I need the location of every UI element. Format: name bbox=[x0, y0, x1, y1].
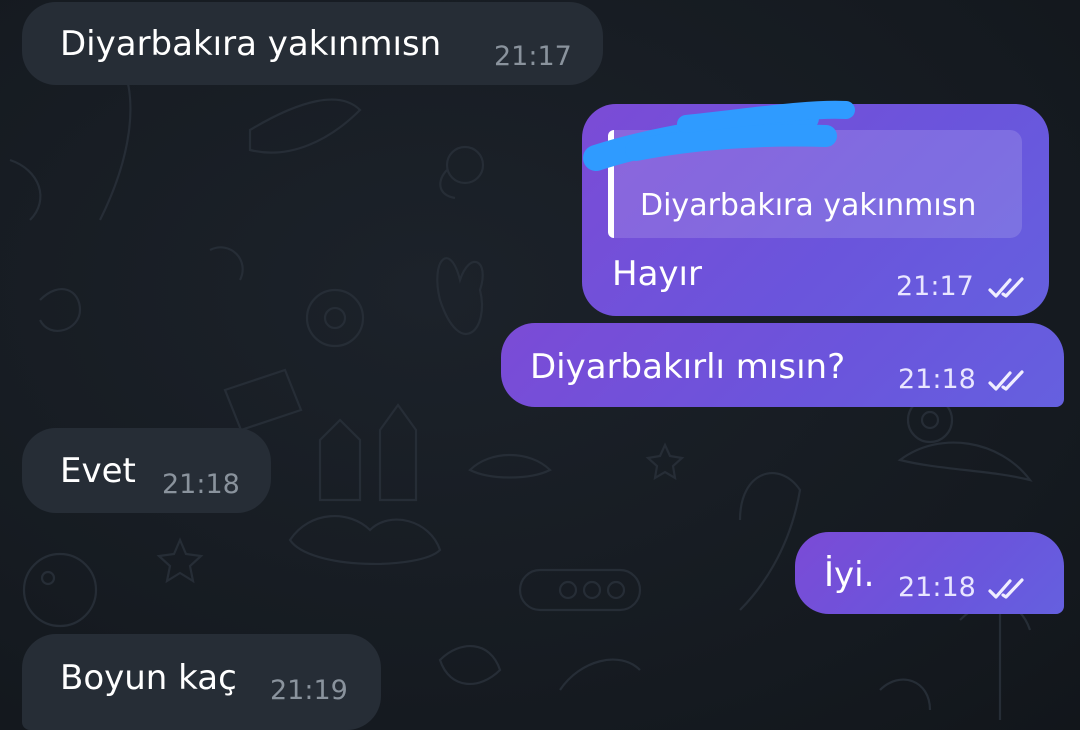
chat-area[interactable]: Diyarbakıra yakınmısn 21:17 Diyarbakıra … bbox=[0, 0, 1080, 730]
message-bubble-incoming[interactable]: Boyun kaç 21:19 bbox=[22, 634, 381, 730]
message-text: Diyarbakırlı mısın? bbox=[530, 347, 846, 387]
double-check-icon bbox=[988, 370, 1024, 391]
message-bubble-incoming[interactable]: Diyarbakıra yakınmısn 21:17 bbox=[22, 2, 603, 85]
message-text: İyi. bbox=[824, 555, 875, 595]
message-text: Diyarbakıra yakınmısn bbox=[60, 24, 442, 64]
message-time: 21:17 bbox=[494, 41, 572, 72]
message-bubble-outgoing[interactable]: İyi. 21:18 bbox=[795, 532, 1064, 614]
message-time: 21:18 bbox=[898, 572, 976, 603]
reply-quote-text: Diyarbakıra yakınmısn bbox=[640, 188, 977, 223]
message-bubble-incoming[interactable]: Evet 21:18 bbox=[22, 428, 271, 513]
message-text: Hayır bbox=[612, 254, 702, 294]
double-check-icon bbox=[988, 277, 1024, 298]
reply-quote[interactable]: Diyarbakıra yakınmısn bbox=[583, 100, 1022, 238]
message-time: 21:18 bbox=[898, 364, 976, 395]
message-time: 21:18 bbox=[162, 469, 240, 500]
message-text: Boyun kaç bbox=[60, 658, 237, 698]
message-time: 21:19 bbox=[270, 675, 348, 706]
message-bubble-outgoing[interactable]: Diyarbakıra yakınmısn Hayır 21:17 bbox=[582, 100, 1049, 316]
double-check-icon bbox=[988, 578, 1024, 599]
redaction-scribble bbox=[583, 100, 855, 171]
message-text: Evet bbox=[60, 451, 136, 491]
message-time: 21:17 bbox=[896, 271, 974, 302]
message-bubble-outgoing[interactable]: Diyarbakırlı mısın? 21:18 bbox=[501, 323, 1064, 407]
